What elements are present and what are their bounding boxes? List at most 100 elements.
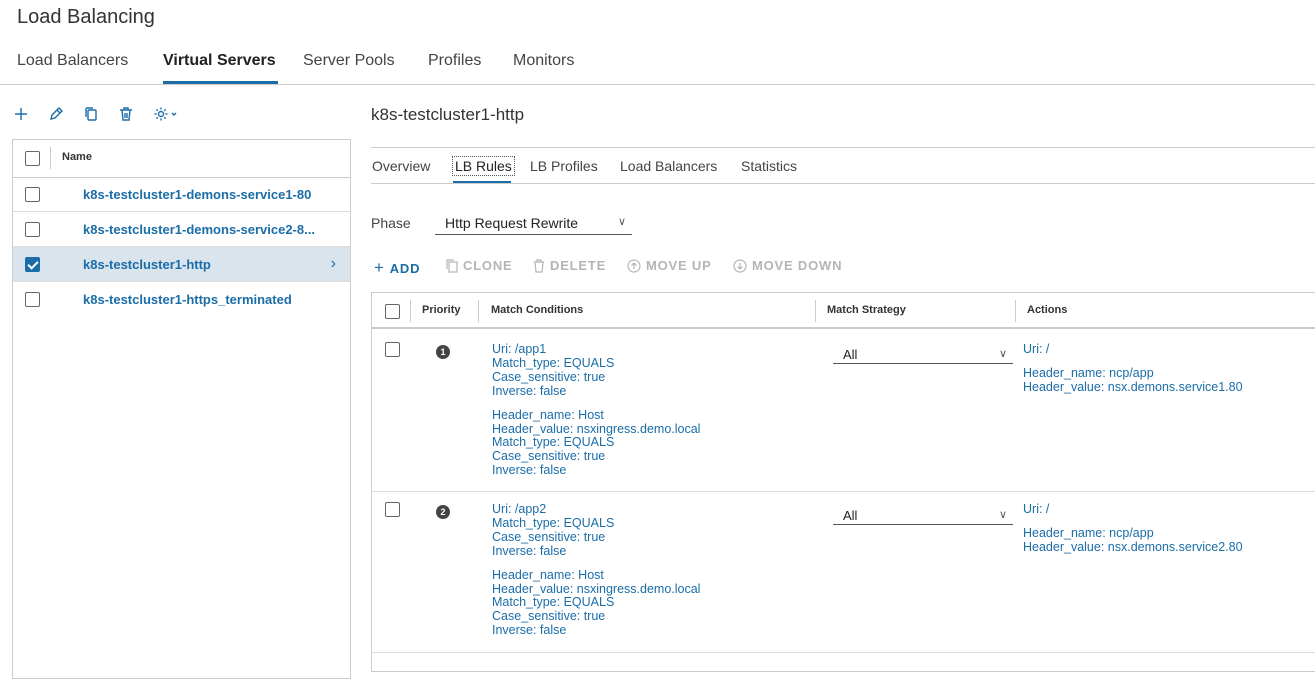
list-item[interactable]: k8s-testcluster1-demons-service2-8...	[13, 212, 350, 247]
divider	[410, 300, 411, 322]
column-header-match-strategy: Match Strategy	[827, 304, 906, 316]
move-up-button[interactable]: MOVE UP	[627, 258, 712, 273]
action-group: Header_name: ncp/app Header_value: nsx.d…	[1023, 365, 1243, 395]
move-up-label: MOVE UP	[646, 258, 712, 273]
condition-group: Uri: /app2 Match_type: EQUALS Case_sensi…	[492, 502, 700, 559]
condition-line: Header_value: nsxingress.demo.local	[492, 421, 701, 436]
row-checkbox[interactable]	[25, 292, 40, 307]
clone-rule-button[interactable]: CLONE	[446, 258, 513, 273]
tab-server-pools[interactable]: Server Pools	[303, 52, 395, 70]
arrow-up-circle-icon	[627, 258, 641, 273]
condition-line: Match_type: EQUALS	[492, 515, 615, 530]
list-item-label[interactable]: k8s-testcluster1-http	[83, 257, 211, 272]
row-checkbox[interactable]	[385, 502, 400, 517]
select-all-checkbox[interactable]	[25, 151, 40, 166]
delete-rule-button[interactable]: DELETE	[533, 258, 606, 273]
chevron-right-icon[interactable]: ›	[331, 255, 336, 273]
divider	[371, 183, 1315, 184]
plus-icon[interactable]	[11, 104, 31, 124]
list-item[interactable]: k8s-testcluster1-http ›	[13, 247, 350, 282]
select-all-rules-checkbox[interactable]	[385, 304, 400, 319]
condition-line: Header_name: Host	[492, 567, 604, 582]
divider	[478, 300, 479, 322]
tab-lb-profiles[interactable]: LB Profiles	[530, 158, 598, 174]
condition-line: Inverse: false	[492, 623, 567, 638]
condition-group: Header_name: Host Header_value: nsxingre…	[492, 408, 701, 479]
trash-icon	[534, 258, 544, 273]
arrow-down-circle-icon	[733, 258, 747, 273]
match-conditions: Uri: /app2 Match_type: EQUALS Case_sensi…	[492, 502, 701, 639]
list-item-label[interactable]: k8s-testcluster1-https_terminated	[83, 292, 292, 307]
tab-monitors[interactable]: Monitors	[513, 52, 574, 70]
plus-icon: +	[374, 258, 385, 277]
tab-statistics[interactable]: Statistics	[741, 158, 797, 174]
trash-icon[interactable]	[116, 104, 136, 124]
match-strategy-select[interactable]: All ∨	[833, 503, 1013, 525]
match-conditions: Uri: /app1 Match_type: EQUALS Case_sensi…	[492, 342, 701, 479]
row-checkbox[interactable]	[25, 187, 40, 202]
condition-line: Header_value: nsxingress.demo.local	[492, 581, 701, 596]
condition-line: Uri: /app2	[492, 502, 547, 516]
match-strategy-value: All	[843, 347, 858, 362]
action-line: Uri: /	[1023, 502, 1050, 516]
condition-line: Match_type: EQUALS	[492, 595, 615, 610]
tab-load-balancers-detail[interactable]: Load Balancers	[620, 158, 717, 174]
divider	[371, 147, 1315, 148]
rule-actions: Uri: / Header_name: ncp/app Header_value…	[1023, 342, 1243, 395]
row-checkbox[interactable]	[25, 222, 40, 237]
rules-table: Priority Match Conditions Match Strategy…	[371, 292, 1315, 672]
detail-title: k8s-testcluster1-http	[371, 105, 525, 124]
table-header: Priority Match Conditions Match Strategy…	[372, 293, 1315, 329]
copy-icon[interactable]	[81, 104, 101, 124]
condition-line: Match_type: EQUALS	[492, 355, 615, 370]
condition-line: Case_sensitive: true	[492, 449, 606, 464]
pencil-icon[interactable]	[46, 104, 66, 124]
condition-group: Uri: /app1 Match_type: EQUALS Case_sensi…	[492, 342, 700, 399]
chevron-down-icon: ∨	[998, 509, 1007, 521]
action-line: Header_name: ncp/app	[1023, 365, 1154, 380]
table-row[interactable]: 2 Uri: /app2 Match_type: EQUALS Case_sen…	[372, 492, 1315, 653]
tab-lb-rules[interactable]: LB Rules	[452, 156, 515, 176]
condition-line: Inverse: false	[492, 543, 567, 558]
tab-virtual-servers[interactable]: Virtual Servers	[163, 52, 276, 70]
clone-label: CLONE	[463, 258, 513, 273]
phase-select[interactable]: Http Request Rewrite ∨	[435, 211, 632, 235]
column-header-name: Name	[62, 151, 92, 163]
divider	[815, 300, 816, 322]
list-item-label[interactable]: k8s-testcluster1-demons-service1-80	[83, 187, 311, 202]
match-strategy-select[interactable]: All ∨	[833, 342, 1013, 364]
tab-load-balancers[interactable]: Load Balancers	[17, 52, 128, 70]
action-line: Header_value: nsx.demons.service2.80	[1023, 539, 1243, 554]
action-line: Header_value: nsx.demons.service1.80	[1023, 379, 1243, 394]
list-item[interactable]: k8s-testcluster1-demons-service1-80	[13, 177, 350, 212]
chevron-down-icon: ∨	[617, 216, 626, 228]
rule-actions: Uri: / Header_name: ncp/app Header_value…	[1023, 502, 1243, 555]
row-checkbox[interactable]	[385, 342, 400, 357]
table-row[interactable]: 1 Uri: /app1 Match_type: EQUALS Case_sen…	[372, 329, 1315, 492]
row-checkbox[interactable]	[25, 257, 40, 272]
divider	[0, 84, 1315, 85]
condition-line: Case_sensitive: true	[492, 609, 606, 624]
virtual-server-list: Name k8s-testcluster1-demons-service1-80…	[12, 139, 351, 679]
divider	[1015, 300, 1016, 322]
gear-icon[interactable]	[153, 104, 183, 124]
condition-line: Uri: /app1	[492, 342, 547, 356]
list-item[interactable]: k8s-testcluster1-https_terminated	[13, 282, 350, 317]
condition-line: Case_sensitive: true	[492, 369, 606, 384]
action-group: Uri: /	[1023, 342, 1243, 357]
move-down-button[interactable]: MOVE DOWN	[733, 258, 842, 273]
phase-label: Phase	[371, 215, 411, 231]
column-header-actions: Actions	[1027, 304, 1068, 316]
tab-profiles[interactable]: Profiles	[428, 52, 481, 70]
action-line: Uri: /	[1023, 342, 1050, 356]
list-item-label[interactable]: k8s-testcluster1-demons-service2-8...	[83, 222, 315, 237]
priority-badge: 2	[436, 505, 450, 519]
move-down-label: MOVE DOWN	[752, 258, 843, 273]
add-rule-button[interactable]: + ADD	[374, 258, 420, 278]
condition-line: Match_type: EQUALS	[492, 435, 615, 450]
condition-line: Inverse: false	[492, 463, 567, 478]
condition-group: Header_name: Host Header_value: nsxingre…	[492, 567, 701, 639]
priority-badge: 1	[436, 345, 450, 359]
divider	[50, 147, 51, 169]
tab-overview[interactable]: Overview	[372, 158, 430, 174]
